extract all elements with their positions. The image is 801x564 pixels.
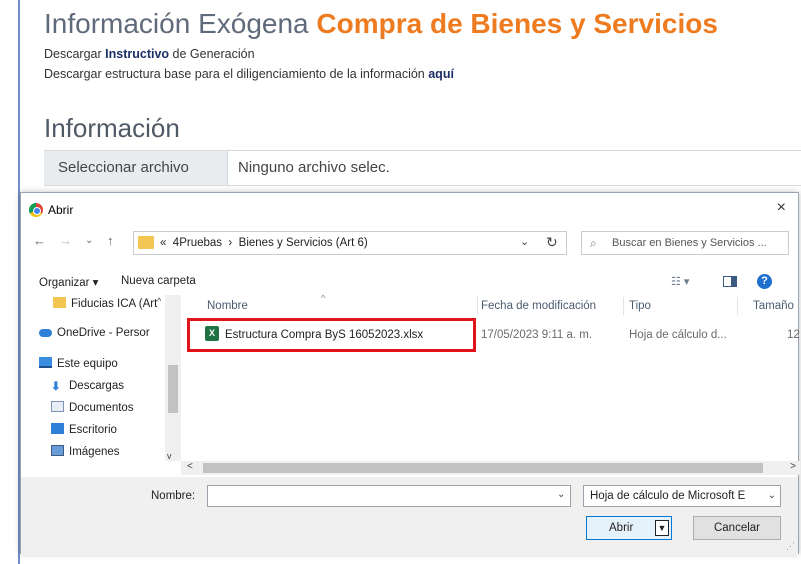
file-name-label: Nombre: <box>151 490 196 502</box>
file-modified: 17/05/2023 9:11 a. m. <box>481 329 593 341</box>
resize-grip-icon[interactable]: ⋰ <box>786 541 795 552</box>
back-arrow-icon[interactable]: ← <box>33 233 46 248</box>
file-list-hscroll-thumb[interactable] <box>203 463 763 473</box>
instructivo-link[interactable]: Instructivo <box>105 47 169 61</box>
scroll-right-icon[interactable]: > <box>790 461 796 472</box>
column-header-size[interactable]: Tamaño <box>753 300 794 312</box>
nav-pane-scroll-up-icon[interactable]: ^ <box>157 296 161 306</box>
nav-item-descargas[interactable]: ⬇ Descargas <box>51 379 124 393</box>
structure-download-line: Descargar estructura base para el dilige… <box>44 67 454 81</box>
open-button-label: Abrir <box>609 522 634 534</box>
nav-item-label: OneDrive - Persor <box>57 327 150 339</box>
instructivo-prefix: Descargar <box>44 47 106 61</box>
page-title-accent: Compra de Bienes y Servicios <box>316 8 718 39</box>
column-header-name[interactable]: Nombre <box>207 300 248 312</box>
file-list-hscrollbar[interactable]: < > <box>181 461 800 475</box>
column-header-modified[interactable]: Fecha de modificación <box>481 300 596 312</box>
section-title: Información <box>44 113 180 143</box>
folder-icon <box>53 297 66 308</box>
navigation-bar: ← → ⌄ ↑ « 4Pruebas › Bienes y Servicios … <box>21 229 798 257</box>
page-title-plain: Información Exógena <box>44 8 317 39</box>
chrome-icon <box>29 203 43 217</box>
nav-item-este-equipo[interactable]: Este equipo <box>39 357 118 370</box>
dialog-title: Abrir <box>48 203 74 217</box>
desktop-icon <box>51 423 64 434</box>
chevron-down-icon[interactable]: ⌄ <box>557 489 565 500</box>
nav-item-label: Fiducias ICA (Art <box>71 298 158 310</box>
up-arrow-icon[interactable]: ↑ <box>107 233 114 248</box>
dialog-toolbar: Organizar ▾ Nueva carpeta ☷ ▾ ? <box>21 271 798 293</box>
pc-icon <box>39 357 52 368</box>
nav-item-label: Escritorio <box>69 424 117 436</box>
structure-download-link[interactable]: aquí <box>428 67 454 81</box>
dialog-title-bar: Abrir <box>29 203 73 217</box>
nav-item-label: Imágenes <box>69 446 120 458</box>
breadcrumb-item-bienes[interactable]: Bienes y Servicios (Art 6) <box>239 237 368 249</box>
highlight-box <box>187 318 476 352</box>
change-view-icon[interactable]: ☷ ▾ <box>671 275 689 288</box>
preview-pane-icon[interactable] <box>723 276 737 287</box>
nav-pane-scrollbar[interactable]: v <box>165 295 181 461</box>
file-type-value: Hoja de cálculo de Microsoft E <box>590 490 746 502</box>
column-headers: Nombre ^ Fecha de modificación Tipo Tama… <box>181 293 800 317</box>
images-icon <box>51 445 64 456</box>
navigation-pane: Fiducias ICA (Art ^ OneDrive - Persor Es… <box>21 295 181 473</box>
nav-item-imagenes[interactable]: Imágenes <box>51 445 120 458</box>
instructivo-line: Descargar Instructivo de Generación <box>44 47 255 61</box>
column-divider[interactable] <box>623 297 624 315</box>
refresh-icon[interactable]: ↻ <box>546 234 558 251</box>
select-file-button[interactable]: Seleccionar archivo <box>44 151 228 185</box>
search-placeholder: Buscar en Bienes y Servicios ... <box>612 237 767 249</box>
chevron-down-icon[interactable]: ⌄ <box>520 235 529 248</box>
forward-arrow-icon[interactable]: → <box>59 233 72 248</box>
nav-item-label: Este equipo <box>57 358 118 370</box>
structure-download-prefix: Descargar estructura base para el dilige… <box>44 67 429 81</box>
open-options-dropdown[interactable]: ▼ <box>655 520 669 536</box>
sort-ascending-icon: ^ <box>321 293 326 303</box>
file-input[interactable]: Seleccionar archivo Ninguno archivo sele… <box>44 150 801 186</box>
nav-item-fiducias[interactable]: Fiducias ICA (Art <box>53 297 157 310</box>
breadcrumb: « 4Pruebas › Bienes y Servicios (Art 6) <box>160 237 368 249</box>
organize-button[interactable]: Organizar ▾ <box>39 275 98 289</box>
nav-item-onedrive[interactable]: OneDrive - Persor <box>39 327 150 339</box>
cancel-button[interactable]: Cancelar <box>693 516 781 540</box>
file-type: Hoja de cálculo d... <box>629 329 727 341</box>
column-divider[interactable] <box>737 297 738 315</box>
help-icon[interactable]: ? <box>757 274 772 289</box>
onedrive-icon <box>39 329 52 337</box>
close-icon[interactable]: × <box>777 199 786 217</box>
file-status: Ninguno archivo selec. <box>238 159 390 176</box>
nav-item-escritorio[interactable]: Escritorio <box>51 423 117 436</box>
search-box[interactable]: ⌕ Buscar en Bienes y Servicios ... <box>581 231 789 255</box>
nav-pane-scroll-thumb[interactable] <box>168 365 178 413</box>
dialog-footer: Nombre: ⌄ Hoja de cálculo de Microsoft E… <box>21 477 798 555</box>
page-title: Información Exógena Compra de Bienes y S… <box>44 8 718 40</box>
download-icon: ⬇ <box>51 381 61 393</box>
recent-locations-icon[interactable]: ⌄ <box>85 235 93 246</box>
column-divider[interactable] <box>477 297 478 315</box>
breadcrumb-item-4pruebas[interactable]: 4Pruebas <box>173 237 222 249</box>
chevron-right-icon: › <box>228 237 233 249</box>
file-size: 12 <box>787 329 800 341</box>
column-header-type[interactable]: Tipo <box>629 300 651 312</box>
breadcrumb-overflow[interactable]: « <box>160 237 166 249</box>
nav-item-label: Documentos <box>69 402 134 414</box>
open-file-dialog: Abrir × ← → ⌄ ↑ « 4Pruebas › Bienes y Se… <box>20 192 800 555</box>
file-name-input[interactable] <box>207 485 571 507</box>
scroll-left-icon[interactable]: < <box>187 461 193 472</box>
folder-icon <box>138 236 154 249</box>
open-button[interactable]: Abrir ▼ <box>586 516 672 540</box>
nav-item-label: Descargas <box>69 380 124 392</box>
nav-item-documentos[interactable]: Documentos <box>51 401 134 414</box>
documents-icon <box>51 401 64 412</box>
nav-pane-scroll-down-icon[interactable]: v <box>167 451 172 461</box>
search-icon: ⌕ <box>590 236 597 250</box>
instructivo-suffix: de Generación <box>169 47 255 61</box>
file-type-select[interactable]: Hoja de cálculo de Microsoft E ⌄ <box>583 485 781 507</box>
chevron-down-icon: ⌄ <box>767 490 776 501</box>
new-folder-button[interactable]: Nueva carpeta <box>121 275 196 287</box>
address-bar[interactable]: « 4Pruebas › Bienes y Servicios (Art 6) … <box>133 231 567 255</box>
